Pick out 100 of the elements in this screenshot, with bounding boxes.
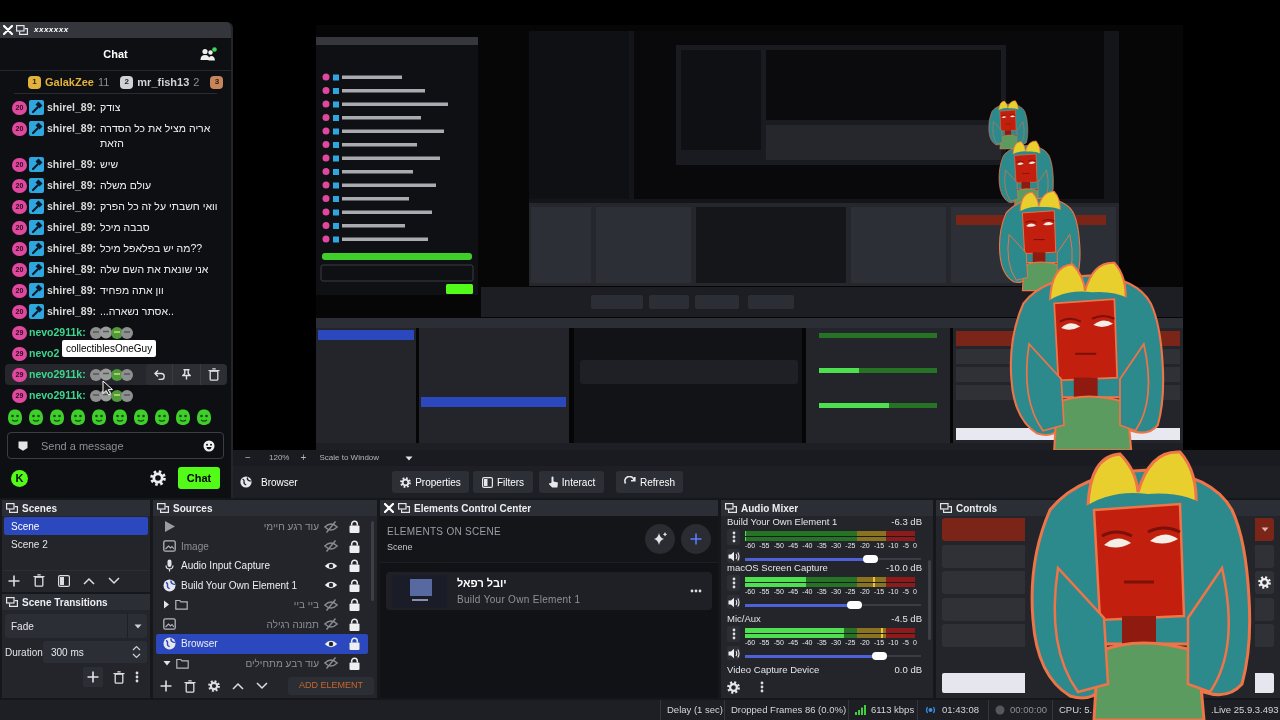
- lock-icon[interactable]: [349, 617, 360, 631]
- volume-slider[interactable]: [745, 555, 921, 563]
- users-icon[interactable]: [200, 47, 217, 61]
- eye-slash-icon[interactable]: [324, 598, 338, 611]
- username[interactable]: shirel_89:: [47, 100, 97, 115]
- gear-icon[interactable]: [208, 680, 220, 692]
- eye-icon[interactable]: [324, 638, 338, 649]
- username[interactable]: nevo2911k:: [29, 388, 86, 403]
- source-row[interactable]: עוד רבע מתחילים: [156, 653, 368, 673]
- mute-button[interactable]: [727, 646, 740, 660]
- username[interactable]: nevo2: [29, 346, 60, 361]
- trash-icon[interactable]: [184, 679, 196, 693]
- trash-icon[interactable]: [33, 574, 45, 587]
- lock-icon[interactable]: [349, 539, 360, 553]
- channel-menu-button[interactable]: [727, 529, 740, 545]
- chevron-down-icon[interactable]: [108, 576, 120, 585]
- username[interactable]: shirel_89:: [47, 178, 97, 193]
- settings-icon[interactable]: [150, 470, 166, 486]
- message-input[interactable]: Send a message: [7, 432, 224, 459]
- toolbar-button[interactable]: Filters: [473, 471, 533, 493]
- scene-item[interactable]: Scene 2: [4, 535, 148, 553]
- username[interactable]: nevo2911k:: [29, 325, 86, 340]
- sparkle-button[interactable]: [645, 524, 675, 554]
- more-icon[interactable]: [731, 531, 736, 543]
- mute-button[interactable]: [727, 595, 740, 609]
- emote-icon[interactable]: [111, 408, 129, 426]
- scene-item[interactable]: Scene: [4, 517, 148, 535]
- eye-icon[interactable]: [324, 560, 338, 571]
- eye-slash-icon[interactable]: [324, 540, 338, 553]
- caret-down-icon[interactable]: [405, 455, 414, 461]
- emote-icon[interactable]: [27, 408, 45, 426]
- username[interactable]: shirel_89:: [47, 241, 97, 256]
- channel-menu-button[interactable]: [727, 626, 740, 642]
- emote-icon[interactable]: [69, 408, 87, 426]
- toolbar-button[interactable]: Refresh: [616, 471, 683, 493]
- lock-icon[interactable]: [349, 637, 360, 651]
- emote-icon[interactable]: [195, 408, 213, 426]
- slider-thumb[interactable]: [871, 652, 887, 660]
- username[interactable]: shirel_89:: [47, 304, 97, 319]
- expand-arrow-icon[interactable]: [163, 600, 170, 610]
- source-row[interactable]: עוד רגע חיימי: [156, 517, 368, 537]
- emote-icon[interactable]: [90, 408, 108, 426]
- source-row[interactable]: תמונה רגילה: [156, 614, 368, 634]
- lock-icon[interactable]: [349, 559, 360, 573]
- username[interactable]: nevo2911k:: [29, 367, 86, 382]
- toolbar-button[interactable]: Interact: [539, 471, 604, 493]
- chevron-down-icon[interactable]: [256, 682, 268, 690]
- eye-icon[interactable]: [324, 580, 338, 591]
- volume-slider[interactable]: [745, 652, 921, 660]
- trash-icon[interactable]: [113, 670, 125, 684]
- add-button[interactable]: [681, 524, 711, 554]
- leaderboard-name[interactable]: GalakZee: [45, 73, 94, 91]
- transition-dropdown[interactable]: Fade: [5, 614, 147, 638]
- close-icon[interactable]: [384, 503, 394, 513]
- toolbar-button[interactable]: Properties: [392, 471, 469, 493]
- spinner-icon[interactable]: [132, 645, 141, 659]
- source-row[interactable]: ביי ביי: [156, 595, 368, 615]
- username[interactable]: shirel_89:: [47, 199, 97, 214]
- username[interactable]: shirel_89:: [47, 262, 97, 277]
- eye-slash-icon[interactable]: [324, 657, 338, 670]
- source-row[interactable]: Build Your Own Element 1: [156, 575, 368, 595]
- more-icon[interactable]: [135, 671, 139, 683]
- chevron-up-icon[interactable]: [232, 682, 244, 690]
- scale-mode-dropdown[interactable]: Scale to Window: [319, 452, 414, 464]
- emote-icon[interactable]: [132, 408, 150, 426]
- more-icon[interactable]: [731, 628, 736, 640]
- username[interactable]: shirel_89:: [47, 220, 97, 235]
- close-icon[interactable]: [3, 25, 13, 35]
- lock-icon[interactable]: [349, 578, 360, 592]
- chevron-up-icon[interactable]: [83, 576, 95, 585]
- source-row[interactable]: Audio Input Capture: [156, 556, 368, 576]
- username[interactable]: shirel_89:: [47, 157, 97, 172]
- mute-button[interactable]: [727, 549, 740, 563]
- kick-logo[interactable]: K: [11, 469, 28, 487]
- eye-slash-icon[interactable]: [324, 618, 338, 631]
- settings-button[interactable]: [1255, 571, 1274, 594]
- emote-icon[interactable]: [48, 408, 66, 426]
- slider-thumb[interactable]: [847, 601, 863, 609]
- zoom-out-button[interactable]: −: [243, 453, 253, 463]
- dropdown-button[interactable]: [1255, 518, 1274, 541]
- emote-icon[interactable]: [174, 408, 192, 426]
- emoji-icon[interactable]: [203, 439, 215, 452]
- leaderboard-name[interactable]: mr_fish13: [137, 73, 190, 91]
- lock-icon[interactable]: [349, 520, 360, 534]
- more-icon[interactable]: [690, 589, 702, 593]
- source-row[interactable]: Image: [156, 536, 368, 556]
- trash-icon[interactable]: [207, 368, 220, 381]
- zoom-in-button[interactable]: +: [299, 453, 308, 463]
- duration-field[interactable]: 300 ms: [43, 641, 147, 663]
- lock-icon[interactable]: [349, 598, 360, 612]
- filter-icon[interactable]: [58, 574, 70, 587]
- more-icon[interactable]: [731, 577, 736, 589]
- lock-icon[interactable]: [349, 656, 360, 670]
- chat-send-button[interactable]: Chat: [178, 467, 220, 489]
- add-element-button[interactable]: ADD ELEMENT: [288, 677, 374, 695]
- caret-down-icon[interactable]: [133, 623, 142, 629]
- source-row[interactable]: Browser: [156, 634, 368, 654]
- emote-icon[interactable]: [6, 408, 24, 426]
- emote-icon[interactable]: [153, 408, 171, 426]
- expand-arrow-icon[interactable]: [163, 659, 171, 667]
